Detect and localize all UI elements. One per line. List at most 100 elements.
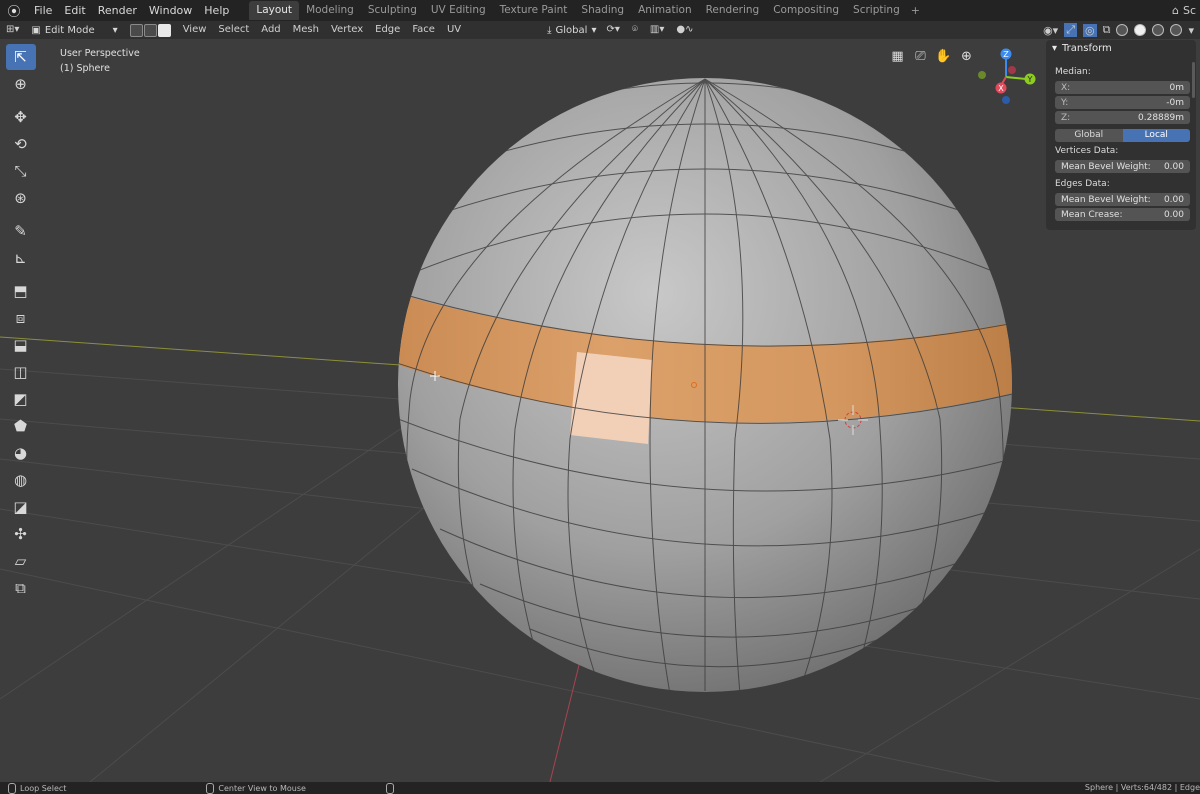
edge-bevel-weight-field[interactable]: Mean Bevel Weight: 0.00	[1055, 193, 1190, 206]
menu-select[interactable]: Select	[212, 21, 255, 39]
tab-animation[interactable]: Animation	[631, 1, 699, 20]
median-z-field[interactable]: Z: 0.28889m	[1055, 111, 1190, 124]
inset-tool-icon[interactable]: ⧈	[6, 305, 36, 331]
cursor-tool-icon[interactable]: ⊕	[6, 71, 36, 97]
tab-uv-editing[interactable]: UV Editing	[424, 1, 493, 20]
select-box-tool-icon[interactable]: ⇱	[5, 44, 36, 70]
measure-tool-icon[interactable]: ⊾	[6, 245, 36, 271]
snap-icon[interactable]: ⌾	[626, 21, 644, 39]
transform-tool-icon[interactable]: ⊛	[6, 185, 36, 211]
editor-type-icon[interactable]: ⊞▾	[0, 21, 25, 39]
face-select-mode-icon[interactable]	[157, 23, 171, 37]
rendered-shading-icon[interactable]	[1170, 24, 1183, 36]
menu-file[interactable]: File	[28, 0, 58, 21]
knife-tool-icon[interactable]: ◩	[6, 386, 36, 412]
menu-edge[interactable]: Edge	[369, 21, 406, 39]
select-mode-group	[129, 23, 171, 37]
gizmo-toggle-icon[interactable]: ⤢	[1064, 23, 1077, 37]
transform-orientation-dropdown[interactable]: ⤓ Global ▾	[547, 25, 596, 36]
menu-face[interactable]: Face	[406, 21, 441, 39]
proportional-edit-icon[interactable]: ●∿	[670, 21, 699, 39]
median-label: Median:	[1055, 67, 1091, 77]
overlay-toggle-icon[interactable]: ◎	[1083, 23, 1097, 37]
menu-vertex[interactable]: Vertex	[325, 21, 369, 39]
vertex-select-mode-icon[interactable]	[129, 23, 143, 37]
edge-bevel-value: 0.00	[1163, 194, 1184, 205]
smooth-tool-icon[interactable]: ◍	[6, 467, 36, 493]
median-x-field[interactable]: X: 0m	[1055, 81, 1190, 94]
crease-label: Mean Crease:	[1061, 209, 1123, 220]
tab-rendering[interactable]: Rendering	[699, 1, 767, 20]
tab-shading[interactable]: Shading	[574, 1, 631, 20]
move-tool-icon[interactable]: ✥	[6, 104, 36, 130]
pivot-icon[interactable]: ⟳▾	[600, 21, 625, 39]
menu-window[interactable]: Window	[143, 0, 198, 21]
median-y-field[interactable]: Y: -0m	[1055, 96, 1190, 109]
spin-tool-icon[interactable]: ◕	[6, 440, 36, 466]
menu-add[interactable]: Add	[255, 21, 286, 39]
vertex-bevel-value: 0.00	[1163, 161, 1184, 172]
gizmo-x-label: X	[998, 84, 1004, 93]
local-button[interactable]: Local	[1122, 129, 1190, 142]
tab-compositing[interactable]: Compositing	[766, 1, 846, 20]
middle-mouse-icon	[206, 782, 215, 794]
sidebar-scrollbar[interactable]	[1192, 62, 1195, 98]
wireframe-shading-icon[interactable]	[1116, 24, 1129, 36]
shading-options-icon[interactable]: ▾	[1188, 24, 1194, 37]
mean-crease-field[interactable]: Mean Crease: 0.00	[1055, 208, 1190, 221]
bevel-tool-icon[interactable]: ⬓	[6, 332, 36, 358]
global-button[interactable]: Global	[1055, 129, 1123, 142]
scene-selector[interactable]: ⌂ Sc	[1172, 0, 1200, 21]
space-toggle: Global Local	[1055, 129, 1190, 142]
crease-value: 0.00	[1163, 209, 1184, 220]
vertex-bevel-weight-field[interactable]: Mean Bevel Weight: 0.00	[1055, 160, 1190, 173]
panel-header[interactable]: ▾ Transform	[1046, 40, 1196, 56]
pan-hand-icon[interactable]: ✋	[935, 48, 952, 65]
shrink-fatten-tool-icon[interactable]: ✣	[6, 521, 36, 547]
poly-build-tool-icon[interactable]: ⬟	[6, 413, 36, 439]
tab-texture-paint[interactable]: Texture Paint	[493, 1, 575, 20]
add-workspace-button[interactable]: +	[907, 4, 924, 17]
edge-slide-tool-icon[interactable]: ◪	[6, 494, 36, 520]
visibility-icon[interactable]: ◉▾	[1043, 24, 1058, 37]
status-center-view: Center View to Mouse	[206, 782, 306, 794]
viewport-scene[interactable]: Z Y X	[0, 39, 1200, 782]
solid-shading-icon[interactable]	[1134, 24, 1147, 36]
blender-logo-icon[interactable]: ⦿	[0, 1, 28, 20]
vertex-bevel-label: Mean Bevel Weight:	[1061, 161, 1151, 172]
viewport-info: User Perspective (1) Sphere	[60, 46, 140, 76]
annotate-tool-icon[interactable]: ✎	[6, 218, 36, 244]
status-middle-text: Center View to Mouse	[218, 783, 306, 793]
rotate-tool-icon[interactable]: ⟲	[6, 131, 36, 157]
menu-mesh[interactable]: Mesh	[287, 21, 325, 39]
status-loop-select: Loop Select	[8, 782, 67, 794]
scale-tool-icon[interactable]: ⤡	[6, 158, 36, 184]
edges-data-label: Edges Data:	[1055, 179, 1110, 189]
xray-icon[interactable]: ⧉	[1103, 23, 1111, 37]
toggle-grid-view-icon[interactable]: ▦	[889, 48, 906, 65]
camera-view-icon[interactable]: ⎚	[912, 48, 929, 65]
menu-render[interactable]: Render	[92, 0, 143, 21]
tab-modeling[interactable]: Modeling	[299, 1, 361, 20]
shear-tool-icon[interactable]: ▱	[6, 548, 36, 574]
tab-layout[interactable]: Layout	[249, 1, 300, 20]
rip-region-tool-icon[interactable]: ⧉	[6, 575, 36, 601]
menu-view[interactable]: View	[177, 21, 213, 39]
extrude-tool-icon[interactable]: ⬒	[6, 278, 36, 304]
menu-help[interactable]: Help	[198, 0, 235, 21]
view-perspective-label: User Perspective	[60, 48, 140, 59]
status-left-text: Loop Select	[20, 783, 67, 793]
menu-uv[interactable]: UV	[441, 21, 467, 39]
material-shading-icon[interactable]	[1152, 24, 1165, 36]
transform-panel: ▾ Transform Median: X: 0m Y: -0m Z: 0.28…	[1046, 40, 1196, 230]
tab-scripting[interactable]: Scripting	[846, 1, 907, 20]
navigation-axis-gizmo[interactable]: Z Y X	[978, 48, 1036, 105]
zoom-magnifier-icon[interactable]: ⊕	[958, 48, 975, 65]
edge-select-mode-icon[interactable]	[143, 23, 157, 37]
mode-dropdown[interactable]: ▣ Edit Mode ▾	[25, 25, 123, 36]
menu-edit[interactable]: Edit	[58, 0, 91, 21]
tab-sculpting[interactable]: Sculpting	[361, 1, 424, 20]
scene-statistics: Sphere | Verts:64/482 | Edge	[1084, 783, 1200, 792]
loop-cut-tool-icon[interactable]: ◫	[6, 359, 36, 385]
snap-target-icon[interactable]: ▥▾	[644, 21, 670, 39]
